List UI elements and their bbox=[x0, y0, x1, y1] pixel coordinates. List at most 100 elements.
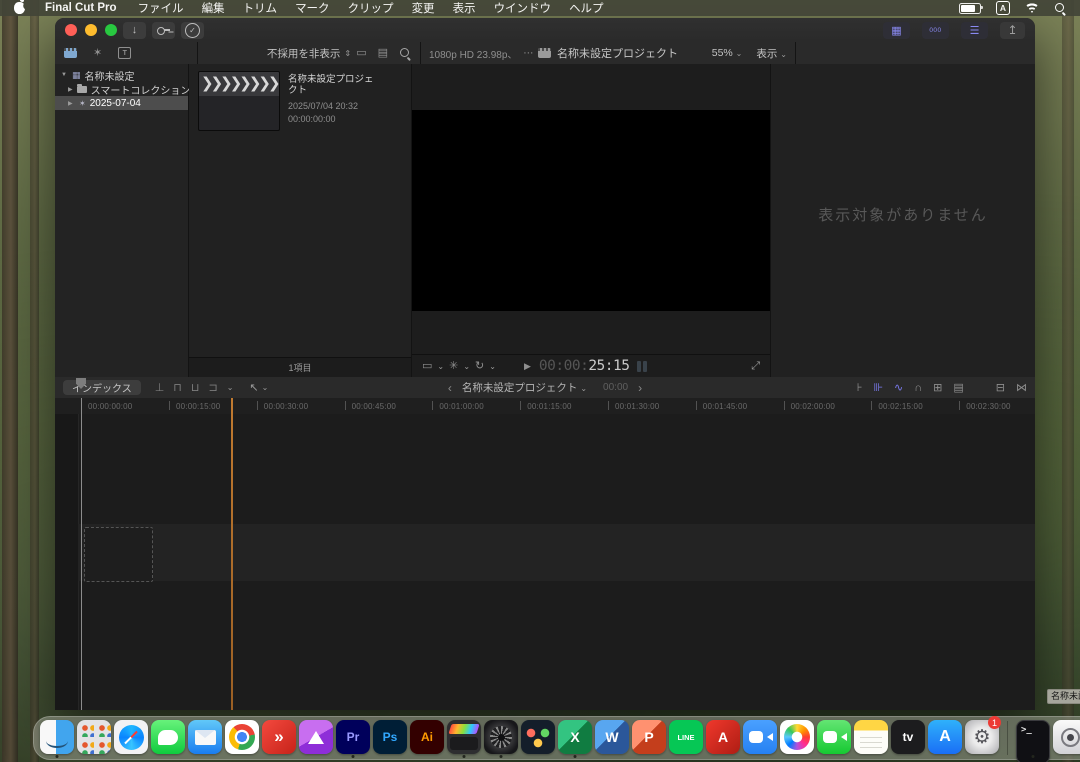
zoom-button[interactable] bbox=[105, 24, 117, 36]
dock-system-settings[interactable]: 1 bbox=[965, 718, 999, 758]
dock-excel[interactable]: X bbox=[558, 718, 592, 758]
app-menu-title[interactable]: Final Cut Pro bbox=[39, 2, 123, 14]
dock-line[interactable]: LINE bbox=[669, 718, 703, 758]
select-tool-icon[interactable]: ↖ bbox=[249, 381, 258, 394]
effects-browser-icon[interactable]: ▤ bbox=[953, 381, 963, 394]
share-button[interactable]: ↥ bbox=[1000, 22, 1025, 39]
menu-item-0[interactable]: ファイル bbox=[129, 0, 193, 16]
disclosure-closed-icon[interactable]: ▶ bbox=[68, 100, 75, 107]
menu-item-4[interactable]: クリップ bbox=[339, 0, 403, 16]
viewer-canvas[interactable] bbox=[412, 110, 770, 311]
sidebar-item-smart-collection[interactable]: ▶ スマートコレクション bbox=[55, 82, 188, 96]
menu-item-8[interactable]: ヘルプ bbox=[560, 0, 613, 16]
dock-final-cut-pro[interactable] bbox=[447, 718, 481, 758]
trim-view-icon[interactable]: ⊦ bbox=[857, 381, 863, 394]
menu-item-2[interactable]: トリム bbox=[234, 0, 287, 16]
more-icon[interactable]: ⋯ bbox=[523, 48, 533, 59]
snapping-icon[interactable]: ⊪ bbox=[873, 381, 883, 394]
libraries-tab-icon[interactable] bbox=[64, 48, 77, 58]
insert-edit-icon[interactable]: ⊓ bbox=[173, 381, 182, 394]
disclosure-closed-icon[interactable]: ▶ bbox=[68, 86, 73, 93]
dock-red-diamond-app[interactable]: » bbox=[262, 718, 296, 758]
minimize-button[interactable] bbox=[85, 24, 97, 36]
clip-appearance-icon[interactable]: ▭ bbox=[356, 48, 366, 59]
retime-icon[interactable]: ↻ bbox=[475, 361, 484, 372]
transitions-browser-icon[interactable]: ⋈ bbox=[1016, 381, 1027, 394]
inspector-button[interactable]: ☰ bbox=[961, 22, 988, 39]
dock-app-store[interactable]: A bbox=[928, 718, 962, 758]
dock-safari[interactable] bbox=[114, 718, 148, 758]
audio-skimming-icon[interactable]: ∿ bbox=[894, 381, 903, 394]
dock-photoshop[interactable]: Ps bbox=[373, 718, 407, 758]
titles-generators-tab-icon[interactable]: T bbox=[118, 47, 131, 59]
menu-item-6[interactable]: 表示 bbox=[444, 0, 485, 16]
chevron-down-icon[interactable]: ⌄ bbox=[437, 362, 444, 371]
skimming-icon[interactable]: ⊞ bbox=[933, 381, 942, 394]
dock-compressor[interactable] bbox=[484, 718, 518, 758]
chevron-down-icon[interactable]: ⌄ bbox=[489, 362, 496, 371]
project-clip-card[interactable]: ❯❯❯❯❯❯❯❯ 名称未設定プロジェクト 2025/07/04 20:32 00… bbox=[198, 71, 380, 131]
background-tasks-button[interactable]: ✓ bbox=[181, 22, 204, 39]
append-edit-icon[interactable]: ⊔ bbox=[191, 381, 200, 394]
dock-apple-tv[interactable]: tv bbox=[891, 718, 925, 758]
battery-icon[interactable] bbox=[959, 3, 981, 14]
filter-dropdown[interactable]: 不採用を非表示 ⇕ bbox=[267, 46, 351, 61]
dock-davinci-resolve[interactable] bbox=[521, 718, 555, 758]
show-browser-button[interactable]: ▦ bbox=[883, 22, 910, 39]
sidebar-item-event[interactable]: ▶ ✶ 2025-07-04 bbox=[55, 96, 188, 110]
chevron-down-icon[interactable]: ⌄ bbox=[262, 383, 269, 392]
dock-chrome[interactable] bbox=[225, 718, 259, 758]
dock-affinity-photo[interactable] bbox=[299, 718, 333, 758]
menu-item-3[interactable]: マーク bbox=[286, 0, 339, 16]
clip-drop-placeholder[interactable] bbox=[84, 527, 153, 582]
dock-disk-utility[interactable] bbox=[1053, 718, 1080, 758]
dock-acrobat[interactable]: A bbox=[706, 718, 740, 758]
window-titlebar[interactable]: ↓ ✓ ▦ 000 ☰ ↥ bbox=[55, 18, 1035, 43]
dock-photos[interactable] bbox=[780, 718, 814, 758]
connect-edit-icon[interactable]: ⊥ bbox=[155, 381, 165, 394]
chevron-down-icon[interactable]: ⌄ bbox=[227, 383, 234, 392]
primary-storyline-lane[interactable] bbox=[78, 524, 1035, 581]
dock-terminal[interactable]: >_ bbox=[1016, 718, 1050, 758]
dock-powerpoint[interactable]: P bbox=[632, 718, 666, 758]
dock-launchpad[interactable] bbox=[77, 718, 111, 758]
playhead-line[interactable] bbox=[81, 398, 82, 710]
wifi-icon[interactable] bbox=[1025, 3, 1039, 13]
spotlight-icon[interactable] bbox=[1054, 2, 1066, 14]
import-media-button[interactable]: ↓ bbox=[123, 22, 146, 39]
disclosure-open-icon[interactable]: ▼ bbox=[61, 72, 68, 78]
viewer-zoom-dropdown[interactable]: 55% ⌄ bbox=[712, 47, 743, 59]
search-icon[interactable] bbox=[399, 47, 411, 59]
menu-item-5[interactable]: 変更 bbox=[403, 0, 444, 16]
photos-audio-tab-icon[interactable]: ✶ bbox=[93, 48, 102, 59]
dock-messages[interactable] bbox=[151, 718, 185, 758]
timeline-forward-icon[interactable]: › bbox=[638, 381, 642, 395]
mini-audio-meters[interactable] bbox=[637, 361, 647, 372]
dock-illustrator[interactable]: Ai bbox=[410, 718, 444, 758]
menu-item-1[interactable]: 編集 bbox=[193, 0, 234, 16]
keyword-editor-button[interactable] bbox=[152, 22, 175, 39]
list-view-icon[interactable]: ▤ bbox=[378, 48, 388, 59]
timeline-ruler[interactable]: 00:00:00:0000:00:15:0000:00:30:0000:00:4… bbox=[55, 398, 1035, 415]
sidebar-item-library[interactable]: ▼ ▦ 名称未設定 bbox=[55, 68, 188, 82]
input-source-icon[interactable]: A bbox=[996, 1, 1010, 15]
index-button[interactable]: インデックス bbox=[63, 380, 141, 395]
timeline-canvas[interactable] bbox=[55, 414, 1035, 710]
dock-zoom[interactable] bbox=[743, 718, 777, 758]
audio-meters-button[interactable]: 000 bbox=[922, 22, 949, 39]
chevron-down-icon[interactable]: ⌄ bbox=[463, 362, 470, 371]
dock-facetime[interactable] bbox=[817, 718, 851, 758]
menu-item-7[interactable]: ウインドウ bbox=[485, 0, 561, 16]
solo-icon[interactable]: ∩ bbox=[914, 382, 922, 394]
close-button[interactable] bbox=[65, 24, 77, 36]
overwrite-edit-icon[interactable]: ⊐ bbox=[208, 381, 217, 394]
timeline-project-dropdown[interactable]: 名称未設定プロジェクト ⌄ bbox=[462, 380, 587, 395]
timeline-back-icon[interactable]: ‹ bbox=[448, 381, 452, 395]
dock-mail[interactable] bbox=[188, 718, 222, 758]
fullscreen-icon[interactable]: ⤢ bbox=[751, 360, 760, 373]
apple-menu-icon[interactable] bbox=[14, 2, 25, 14]
crop-tool-icon[interactable]: ▭ bbox=[422, 361, 432, 372]
viewer-view-dropdown[interactable]: 表示 ⌄ bbox=[756, 46, 787, 61]
dock-premiere-pro[interactable]: Pr bbox=[336, 718, 370, 758]
dock-word[interactable]: W bbox=[595, 718, 629, 758]
